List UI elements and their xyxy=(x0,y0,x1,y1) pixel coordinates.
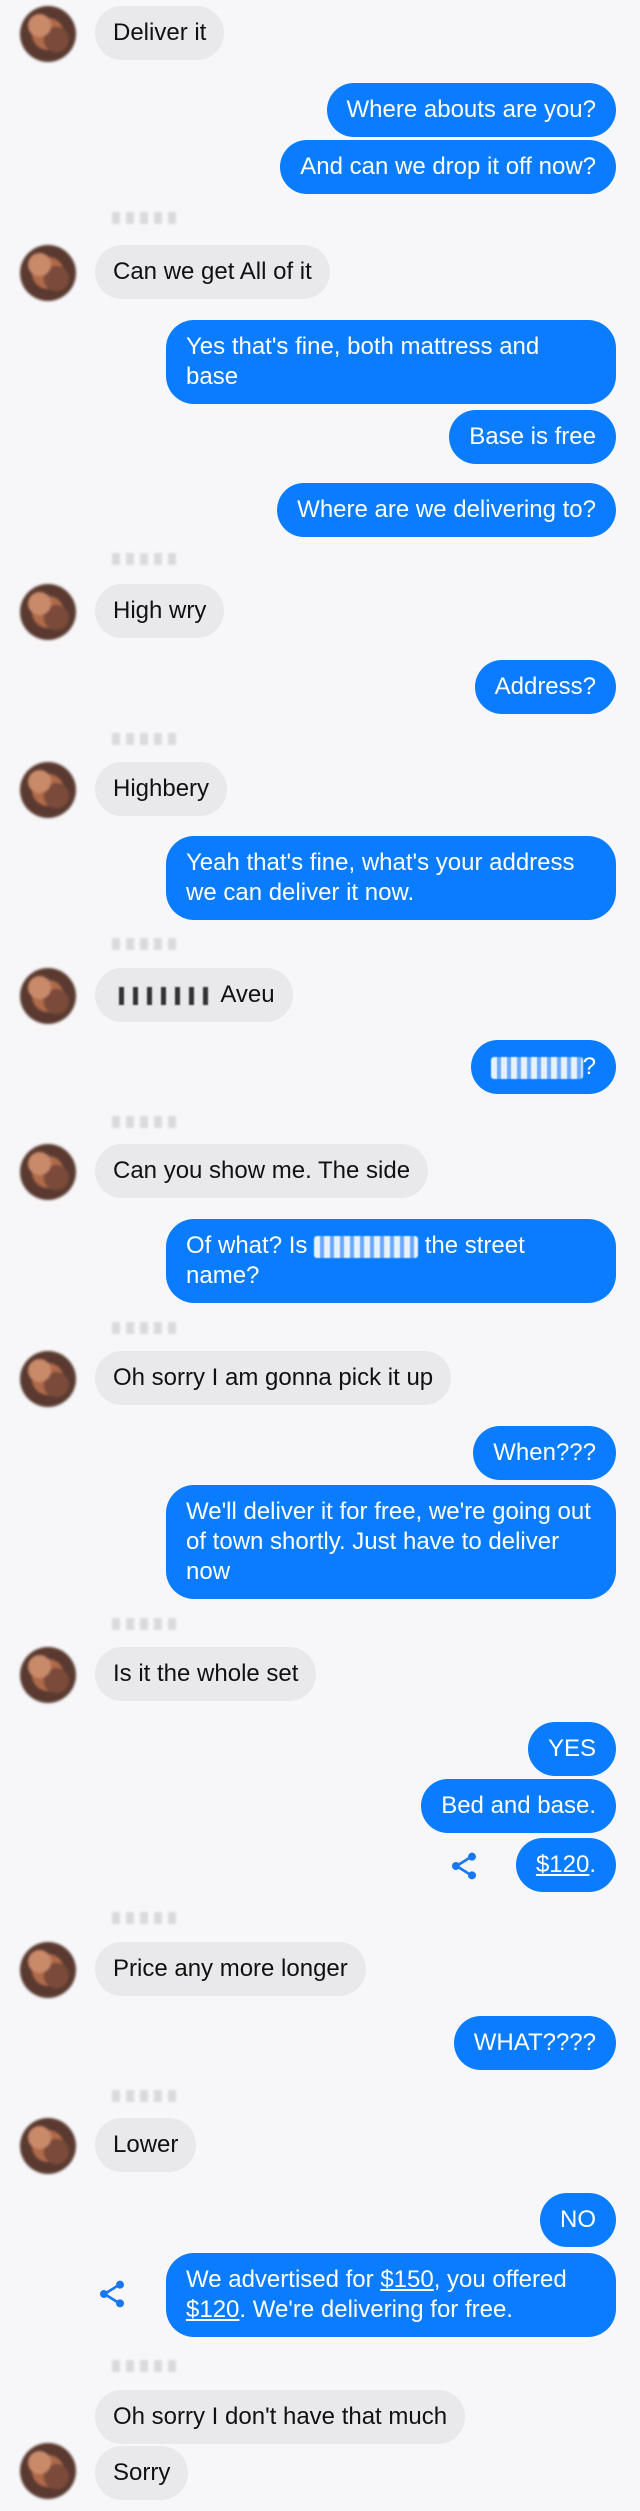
message-text: Highbery xyxy=(113,775,210,802)
outgoing-message[interactable]: Yeah that's fine, what's your address we… xyxy=(166,836,616,920)
message-text: Lower xyxy=(113,2131,179,2158)
avatar[interactable] xyxy=(20,2118,76,2174)
message-text: YES xyxy=(547,1735,596,1762)
timestamp-redacted xyxy=(112,2360,176,2372)
price-link[interactable]: $150 xyxy=(380,2266,433,2293)
timestamp-redacted xyxy=(112,1116,176,1128)
outgoing-message[interactable]: WHAT???? xyxy=(453,2016,616,2070)
message-text: Where are we delivering to? xyxy=(297,496,596,523)
incoming-message[interactable]: High wry xyxy=(95,584,225,638)
price-link[interactable]: $120 xyxy=(186,2296,239,2323)
incoming-message[interactable]: Price any more longer xyxy=(95,1942,366,1996)
outgoing-message[interactable]: Bed and base. xyxy=(421,1779,616,1833)
message-text: Where abouts are you? xyxy=(346,96,596,123)
redacted-text xyxy=(119,986,209,1005)
avatar[interactable] xyxy=(20,6,76,62)
outgoing-message[interactable]: We advertised for $150, you offered $120… xyxy=(166,2253,616,2337)
outgoing-message[interactable]: Where are we delivering to? xyxy=(277,483,616,537)
share-icon[interactable] xyxy=(96,2278,128,2310)
incoming-message[interactable]: Can we get All of it xyxy=(95,245,330,299)
message-text: Deliver it xyxy=(113,19,207,46)
timestamp-redacted xyxy=(112,2090,176,2102)
avatar[interactable] xyxy=(20,584,76,640)
redacted-text xyxy=(490,1056,583,1079)
message-text: Is it the whole set xyxy=(113,1660,299,1687)
message-text: Can you show me. The side xyxy=(113,1157,411,1184)
message-text: ? xyxy=(582,1053,596,1080)
avatar[interactable] xyxy=(20,2443,76,2499)
message-text: NO xyxy=(560,2206,596,2233)
incoming-message[interactable]: Deliver it xyxy=(95,6,225,60)
incoming-message[interactable]: Sorry xyxy=(95,2446,189,2500)
outgoing-message[interactable]: ? xyxy=(470,1040,616,1094)
timestamp-redacted xyxy=(112,733,176,745)
incoming-message[interactable]: Aveu xyxy=(95,968,293,1022)
timestamp-redacted xyxy=(112,938,176,950)
timestamp-redacted xyxy=(112,1322,176,1334)
outgoing-message[interactable]: $120. xyxy=(515,1838,616,1892)
outgoing-message[interactable]: We'll deliver it for free, we're going o… xyxy=(166,1485,616,1599)
timestamp-redacted xyxy=(112,212,176,224)
message-text: Yeah that's fine, what's your address we… xyxy=(186,849,575,906)
timestamp-redacted xyxy=(112,1912,176,1924)
incoming-message[interactable]: Can you show me. The side xyxy=(95,1144,429,1198)
message-text: . xyxy=(589,1851,596,1878)
message-text: Oh sorry I don't have that much xyxy=(113,2403,448,2430)
avatar[interactable] xyxy=(20,1647,76,1703)
message-text: Price any more longer xyxy=(113,1955,348,1982)
message-text: Address? xyxy=(494,673,596,700)
message-text: WHAT???? xyxy=(473,2029,596,2056)
avatar[interactable] xyxy=(20,245,76,301)
message-text: Bed and base. xyxy=(441,1792,596,1819)
incoming-message[interactable]: Is it the whole set xyxy=(95,1647,317,1701)
avatar[interactable] xyxy=(20,1351,76,1407)
avatar[interactable] xyxy=(20,1942,76,1998)
message-text: Yes that's fine, both mattress and base xyxy=(186,333,540,390)
outgoing-message[interactable]: Address? xyxy=(474,660,616,714)
message-text: . We're delivering for free. xyxy=(239,2296,513,2323)
avatar[interactable] xyxy=(20,1144,76,1200)
timestamp-redacted xyxy=(112,1618,176,1630)
message-text: We advertised for xyxy=(186,2266,381,2293)
message-text: High wry xyxy=(113,597,207,624)
message-text: Oh sorry I am gonna pick it up xyxy=(113,1364,434,1391)
incoming-message[interactable]: Oh sorry I don't have that much xyxy=(95,2390,466,2444)
outgoing-message[interactable]: NO xyxy=(540,2193,616,2247)
outgoing-message[interactable]: Where abouts are you? xyxy=(326,83,616,137)
price-link[interactable]: $120 xyxy=(536,1851,589,1878)
redacted-text xyxy=(314,1235,419,1258)
outgoing-message[interactable]: Base is free xyxy=(449,410,616,464)
message-text: Sorry xyxy=(113,2459,171,2486)
message-text: Aveu xyxy=(220,981,275,1008)
message-text: Base is free xyxy=(469,423,596,450)
incoming-message[interactable]: Oh sorry I am gonna pick it up xyxy=(95,1351,452,1405)
outgoing-message[interactable]: And can we drop it off now? xyxy=(280,140,616,194)
avatar[interactable] xyxy=(20,968,76,1024)
message-text: Can we get All of it xyxy=(113,258,312,285)
avatar[interactable] xyxy=(20,762,76,818)
message-text: Of what? Is xyxy=(186,1232,308,1259)
message-text: When??? xyxy=(493,1439,596,1466)
outgoing-message[interactable]: YES xyxy=(527,1722,616,1776)
timestamp-redacted xyxy=(112,553,176,565)
message-text: , you offered xyxy=(433,2266,567,2293)
share-icon[interactable] xyxy=(448,1850,480,1882)
outgoing-message[interactable]: Of what? Is the street name? xyxy=(166,1219,616,1303)
message-text: We'll deliver it for free, we're going o… xyxy=(186,1498,591,1585)
outgoing-message[interactable]: When??? xyxy=(473,1426,616,1480)
outgoing-message[interactable]: Yes that's fine, both mattress and base xyxy=(166,320,616,404)
message-text: And can we drop it off now? xyxy=(300,153,596,180)
incoming-message[interactable]: Highbery xyxy=(95,762,228,816)
incoming-message[interactable]: Lower xyxy=(95,2118,197,2172)
